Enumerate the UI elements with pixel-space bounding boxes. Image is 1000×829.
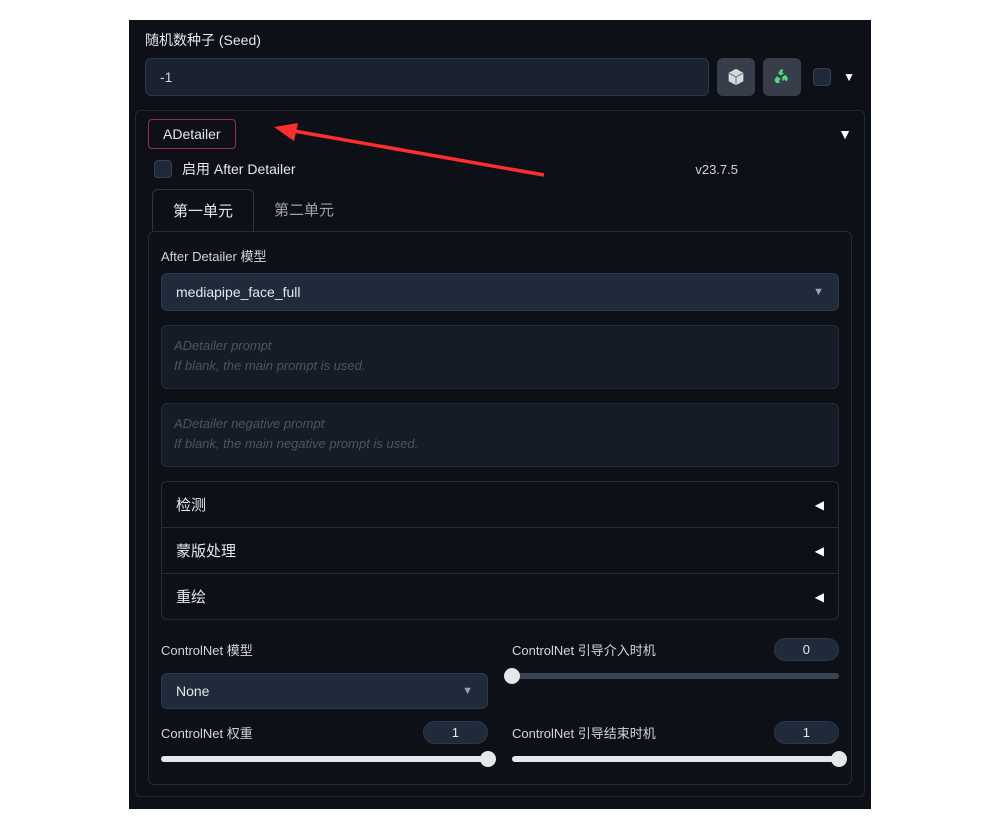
prompt-placeholder-line1: ADetailer prompt — [174, 336, 826, 356]
seed-label: 随机数种子 (Seed) — [129, 20, 871, 58]
accordion-mask[interactable]: 蒙版处理 ◀ — [162, 528, 838, 574]
model-select[interactable]: mediapipe_face_full ▼ — [161, 273, 839, 311]
adetailer-subheader: 启用 After Detailer v23.7.5 — [136, 151, 864, 185]
cn-weight-value[interactable]: 1 — [423, 721, 488, 744]
dice-icon — [727, 68, 745, 86]
controlnet-grid: ControlNet 模型 ControlNet 引导介入时机 0 None ▼ — [161, 638, 839, 770]
cn-start-value[interactable]: 0 — [774, 638, 839, 661]
cn-end-value[interactable]: 1 — [774, 721, 839, 744]
chevron-down-icon: ▼ — [813, 286, 824, 298]
adetailer-accordion: 检测 ◀ 蒙版处理 ◀ 重绘 ◀ — [161, 481, 839, 620]
accordion-mask-label: 蒙版处理 — [176, 540, 236, 561]
accordion-detection-label: 检测 — [176, 494, 206, 515]
seed-input[interactable] — [145, 58, 709, 96]
chevron-down-icon: ▼ — [462, 685, 473, 697]
cn-model-select[interactable]: None ▼ — [161, 673, 488, 709]
triangle-left-icon: ◀ — [815, 498, 824, 512]
adetailer-negative-prompt-input[interactable]: ADetailer negative prompt If blank, the … — [161, 403, 839, 467]
adetailer-version: v23.7.5 — [695, 162, 738, 177]
seed-random-button[interactable] — [717, 58, 755, 96]
tab-unit-1[interactable]: 第一单元 — [152, 189, 254, 232]
neg-placeholder-line1: ADetailer negative prompt — [174, 414, 826, 434]
accordion-detection[interactable]: 检测 ◀ — [162, 482, 838, 528]
seed-row: ▼ — [129, 58, 871, 110]
app-window: 随机数种子 (Seed) ▼ ADetailer ▼ — [129, 20, 871, 809]
seed-reuse-button[interactable] — [763, 58, 801, 96]
adetailer-panel: After Detailer 模型 mediapipe_face_full ▼ … — [148, 231, 852, 785]
accordion-inpaint-label: 重绘 — [176, 586, 206, 607]
seed-extra-checkbox[interactable] — [813, 68, 831, 86]
adetailer-tabs: 第一单元 第二单元 — [136, 185, 864, 232]
recycle-icon — [773, 68, 791, 86]
cn-end-header: ControlNet 引导结束时机 1 — [512, 721, 839, 744]
cn-start-label: ControlNet 引导介入时机 — [512, 640, 656, 659]
cn-weight-label: ControlNet 权重 — [161, 723, 253, 742]
cn-start-slider[interactable] — [512, 673, 839, 679]
enable-adetailer-checkbox[interactable] — [154, 160, 172, 178]
adetailer-prompt-input[interactable]: ADetailer prompt If blank, the main prom… — [161, 325, 839, 389]
adetailer-section: ADetailer ▼ 启用 After Detailer v23.7.5 第一… — [135, 110, 865, 797]
enable-adetailer-label: 启用 After Detailer — [182, 159, 296, 179]
adetailer-header[interactable]: ADetailer ▼ — [136, 115, 864, 151]
neg-placeholder-line2: If blank, the main negative prompt is us… — [174, 434, 826, 454]
prompt-placeholder-line2: If blank, the main prompt is used. — [174, 356, 826, 376]
cn-model-label: ControlNet 模型 — [161, 640, 253, 659]
seed-extra-dropdown[interactable]: ▼ — [843, 70, 855, 84]
accordion-inpaint[interactable]: 重绘 ◀ — [162, 574, 838, 619]
cn-weight-header: ControlNet 权重 1 — [161, 721, 488, 744]
model-select-value: mediapipe_face_full — [176, 284, 301, 300]
model-label: After Detailer 模型 — [161, 246, 839, 265]
adetailer-collapse-caret[interactable]: ▼ — [838, 126, 852, 142]
cn-model-header: ControlNet 模型 — [161, 638, 488, 661]
cn-weight-slider[interactable] — [161, 756, 488, 762]
cn-start-header: ControlNet 引导介入时机 0 — [512, 638, 839, 661]
tab-unit-2[interactable]: 第二单元 — [254, 189, 354, 232]
enable-adetailer-row: 启用 After Detailer — [154, 159, 296, 179]
adetailer-title: ADetailer — [148, 119, 236, 149]
cn-model-select-value: None — [176, 683, 209, 699]
cn-end-slider[interactable] — [512, 756, 839, 762]
triangle-left-icon: ◀ — [815, 590, 824, 604]
cn-end-label: ControlNet 引导结束时机 — [512, 723, 656, 742]
triangle-left-icon: ◀ — [815, 544, 824, 558]
